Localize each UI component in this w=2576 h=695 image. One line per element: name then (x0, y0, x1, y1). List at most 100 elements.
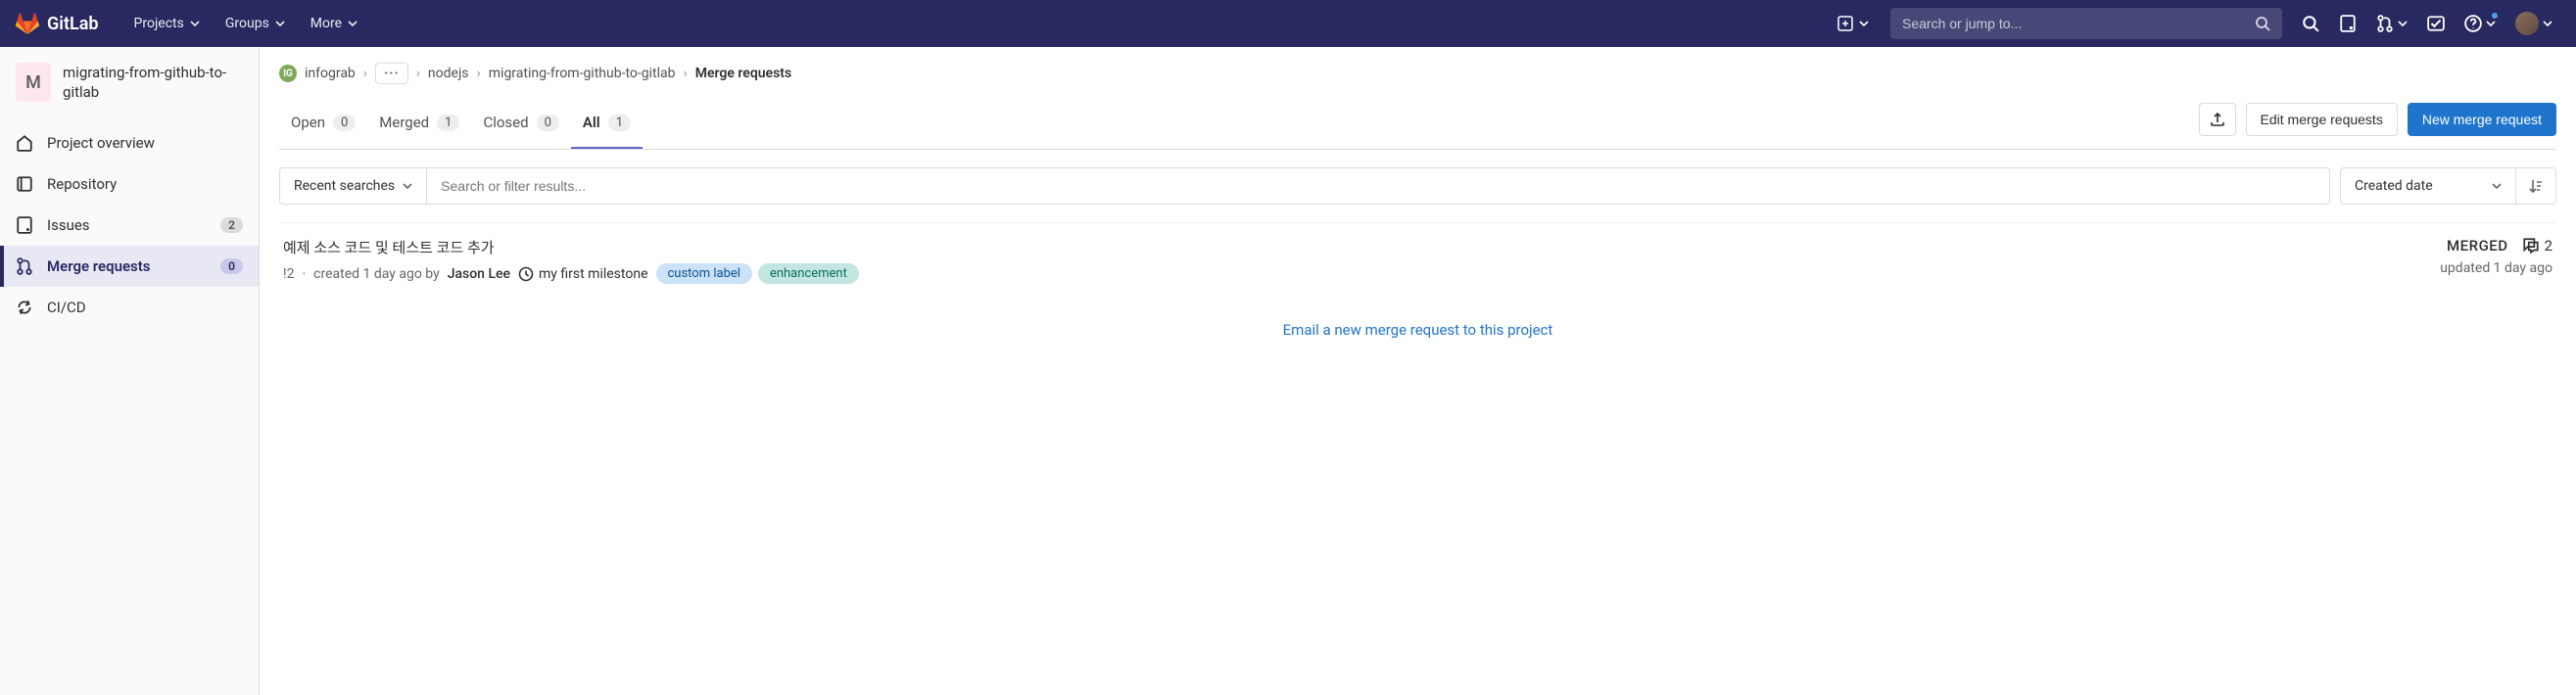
merge-requests-button[interactable] (2368, 7, 2415, 40)
nav-projects-label: Projects (134, 16, 184, 31)
help-button[interactable] (2457, 7, 2504, 40)
sort-direction-button[interactable] (2516, 167, 2556, 205)
label-pill[interactable]: custom label (656, 263, 752, 284)
merge-request-icon (16, 257, 33, 275)
issues-icon (16, 216, 33, 234)
avatar (2515, 12, 2539, 35)
user-menu[interactable] (2507, 4, 2560, 43)
sidebar: M migrating-from-github-to-gitlab Projec… (0, 47, 260, 695)
breadcrumb-separator: › (363, 66, 367, 81)
group-avatar-icon: IG (279, 65, 297, 82)
sidebar-item-label: Merge requests (47, 257, 151, 275)
filter-input-wrap[interactable] (426, 167, 2330, 205)
sidebar-badge: 0 (220, 258, 243, 274)
recent-searches-dropdown[interactable]: Recent searches (279, 167, 426, 205)
nav-more-label: More (310, 16, 342, 31)
chevron-down-icon (275, 19, 285, 28)
sidebar-nav: Project overview Repository Issues 2 Mer… (0, 122, 259, 328)
edit-merge-requests-button[interactable]: Edit merge requests (2246, 103, 2398, 136)
primary-nav: Projects Groups More (122, 8, 370, 39)
cicd-icon (16, 299, 33, 316)
merge-request-icon (2376, 15, 2394, 32)
project-header[interactable]: M migrating-from-github-to-gitlab (0, 51, 259, 115)
create-new-button[interactable] (1828, 10, 1879, 37)
sidebar-item-project-overview[interactable]: Project overview (0, 122, 259, 163)
state-tabs: Open 0 Merged 1 Closed 0 All 1 (279, 100, 643, 149)
main-content: IG infograb › ··· › nodejs › migrating-f… (260, 47, 2576, 695)
breadcrumb-project[interactable]: migrating-from-github-to-gitlab (489, 66, 676, 81)
breadcrumb-subgroup[interactable]: nodejs (428, 66, 469, 81)
search-input[interactable] (1902, 16, 2255, 31)
chevron-down-icon (348, 19, 358, 28)
home-icon (16, 134, 33, 152)
todos-button[interactable] (2419, 7, 2453, 40)
breadcrumb: IG infograb › ··· › nodejs › migrating-f… (260, 47, 2576, 100)
sidebar-item-label: Repository (47, 175, 117, 193)
merge-request-labels: custom label enhancement (656, 263, 859, 284)
nav-groups[interactable]: Groups (214, 8, 297, 39)
tab-all[interactable]: All 1 (571, 100, 643, 149)
tab-actions: Edit merge requests New merge request (2199, 103, 2556, 146)
tab-merged[interactable]: Merged 1 (367, 100, 471, 149)
merge-request-ref: !2 (283, 266, 294, 282)
sort-dropdown[interactable]: Created date (2340, 167, 2516, 205)
merge-request-comments[interactable]: 2 (2522, 237, 2552, 255)
global-search[interactable] (1890, 8, 2282, 39)
tab-count: 1 (437, 115, 459, 131)
sidebar-item-label: Issues (47, 216, 90, 234)
merge-request-author[interactable]: Jason Lee (448, 266, 510, 282)
chevron-down-icon (190, 19, 200, 28)
tab-count: 1 (608, 115, 631, 131)
tab-label: Closed (483, 114, 528, 131)
recent-searches-label: Recent searches (294, 178, 395, 194)
merge-request-created: created 1 day ago by (313, 266, 440, 282)
issues-button[interactable] (2331, 7, 2364, 40)
sort-controls: Created date (2340, 167, 2556, 205)
brand[interactable]: GitLab (16, 12, 99, 35)
tab-count: 0 (333, 115, 356, 131)
sidebar-item-issues[interactable]: Issues 2 (0, 205, 259, 246)
new-merge-request-button[interactable]: New merge request (2408, 103, 2556, 136)
search-button[interactable] (2294, 7, 2327, 40)
export-button[interactable] (2199, 103, 2236, 136)
breadcrumb-group[interactable]: infograb (305, 66, 356, 81)
todo-icon (2427, 15, 2445, 32)
gitlab-logo-icon (16, 12, 39, 35)
chevron-down-icon (2492, 183, 2502, 189)
search-icon (2255, 16, 2270, 31)
tab-closed[interactable]: Closed 0 (471, 100, 570, 149)
tab-open[interactable]: Open 0 (279, 100, 367, 149)
email-merge-request-link[interactable]: Email a new merge request to this projec… (279, 298, 2556, 339)
clock-icon (518, 266, 534, 282)
nav-projects[interactable]: Projects (122, 8, 212, 39)
sidebar-item-label: Project overview (47, 134, 155, 152)
breadcrumb-separator: › (477, 66, 481, 81)
help-icon (2464, 15, 2482, 32)
breadcrumb-ellipsis[interactable]: ··· (375, 63, 408, 84)
chevron-down-icon (2543, 19, 2552, 28)
nav-more[interactable]: More (299, 8, 369, 39)
sidebar-item-cicd[interactable]: CI/CD (0, 287, 259, 328)
tab-label: All (583, 114, 600, 131)
nav-groups-label: Groups (225, 16, 269, 31)
tab-row: Open 0 Merged 1 Closed 0 All 1 (279, 100, 2556, 150)
sidebar-item-repository[interactable]: Repository (0, 163, 259, 205)
project-avatar: M (16, 63, 51, 102)
sort-label: Created date (2355, 178, 2433, 194)
tab-label: Merged (379, 114, 429, 131)
merge-request-item: 예제 소스 코드 및 테스트 코드 추가 !2 · created 1 day … (279, 223, 2556, 298)
merge-request-updated: updated 1 day ago (2440, 260, 2552, 276)
label-pill[interactable]: enhancement (758, 263, 859, 284)
plus-icon (1837, 16, 1853, 31)
filter-input[interactable] (441, 168, 2315, 204)
project-name: migrating-from-github-to-gitlab (63, 63, 243, 103)
breadcrumb-separator: › (416, 66, 420, 81)
merge-request-meta: !2 · created 1 day ago by Jason Lee my f… (283, 263, 2440, 284)
repository-icon (16, 175, 33, 193)
merge-request-title[interactable]: 예제 소스 코드 및 테스트 코드 추가 (283, 237, 2440, 257)
meta-separator: · (302, 266, 306, 282)
sidebar-item-merge-requests[interactable]: Merge requests 0 (0, 246, 259, 287)
sort-direction-icon (2528, 178, 2544, 194)
merge-request-milestone[interactable]: my first milestone (518, 266, 647, 282)
topbar: GitLab Projects Groups More (0, 0, 2576, 47)
